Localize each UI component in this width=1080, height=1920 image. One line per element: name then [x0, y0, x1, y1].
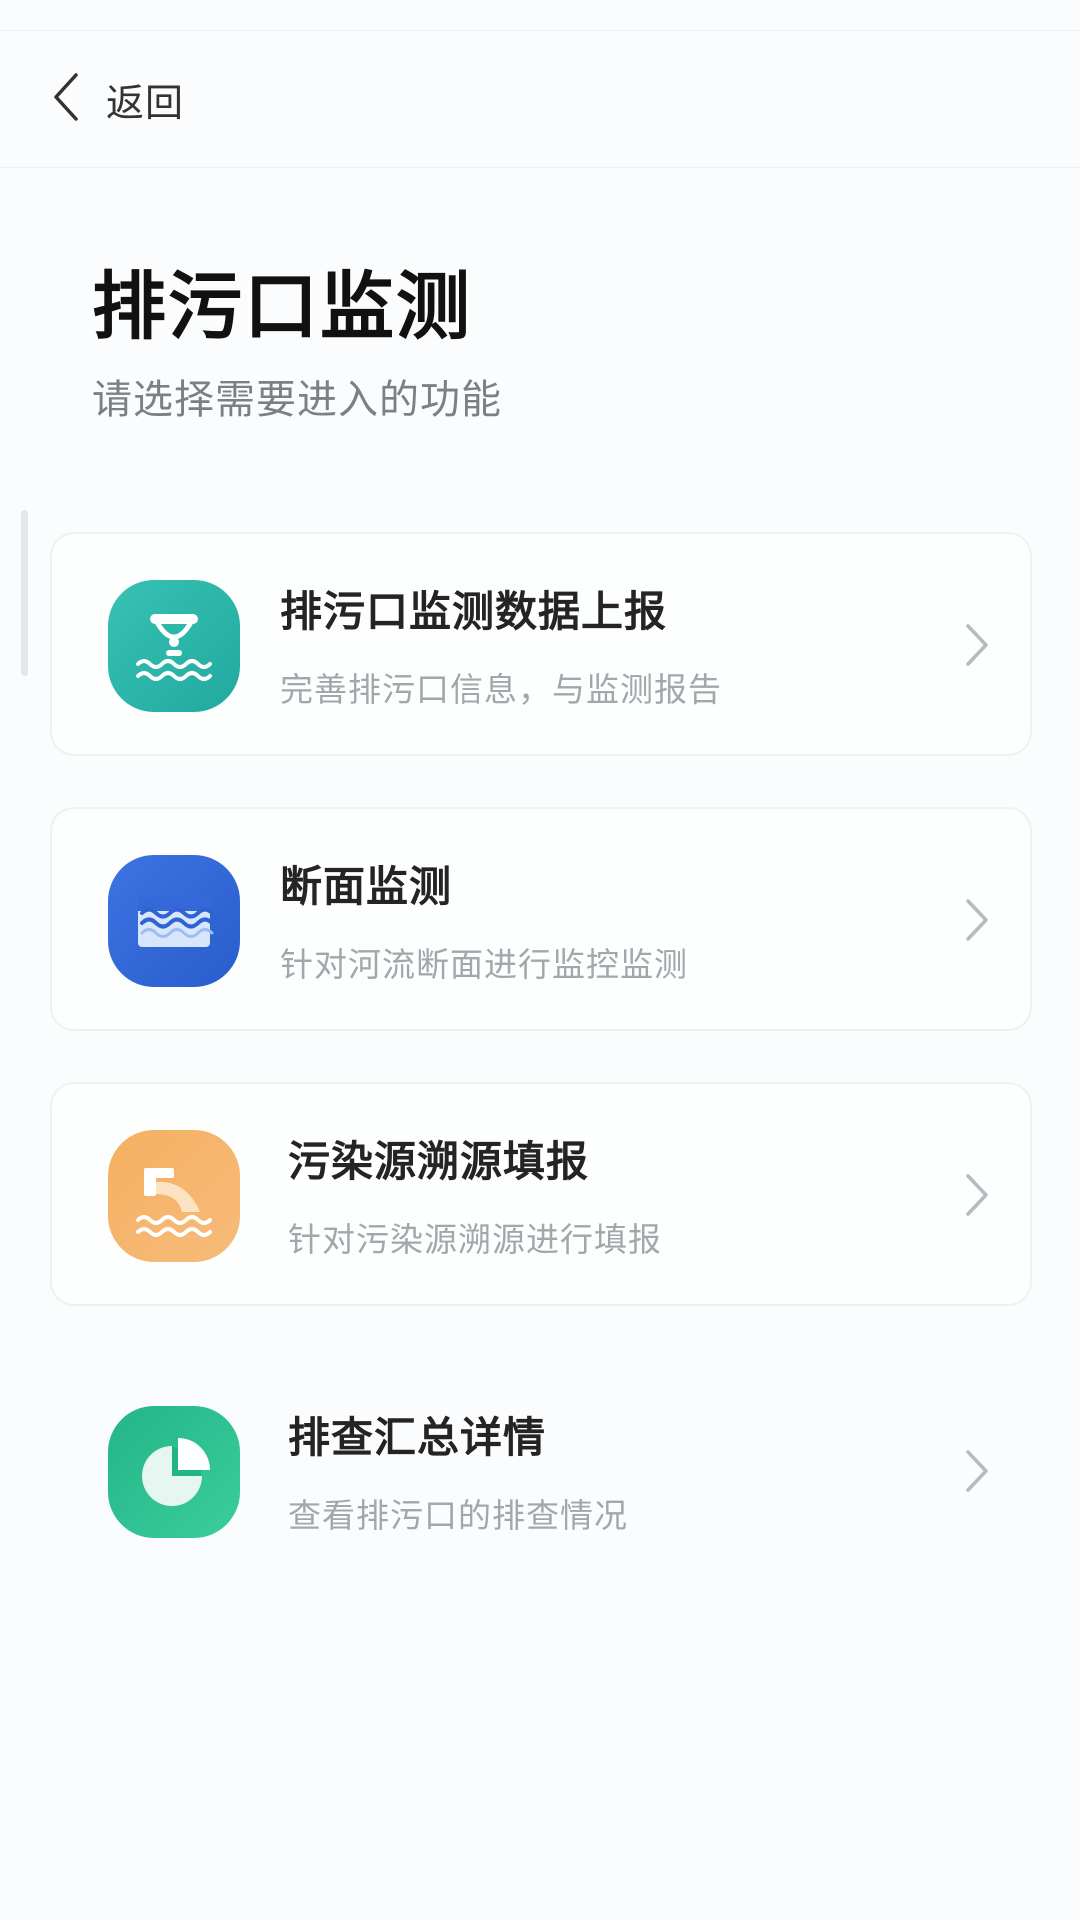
chevron-right-icon: [962, 1448, 992, 1494]
menu-item-section-monitoring[interactable]: 断面监测 针对河流断面进行监控监测: [50, 807, 1032, 1031]
scroll-indicator[interactable]: [21, 510, 28, 676]
pipe-discharge-icon: [108, 1130, 240, 1262]
page-title: 排污口监测: [92, 264, 472, 350]
chevron-right-icon: [962, 897, 992, 943]
menu-item-description: 完善排污口信息，与监测报告: [280, 670, 722, 709]
chevron-right-icon: [962, 1172, 992, 1218]
river-section-icon: [108, 855, 240, 987]
back-label: 返回: [106, 80, 185, 125]
chevron-left-icon: [48, 69, 88, 129]
menu-item-pollution-tracing[interactable]: 污染源溯源填报 针对污染源溯源进行填报: [50, 1082, 1032, 1306]
menu-item-outfall-report[interactable]: 排污口监测数据上报 完善排污口信息，与监测报告: [50, 532, 1032, 756]
back-button[interactable]: 返回: [48, 67, 184, 131]
page-subtitle: 请选择需要进入的功能: [92, 377, 502, 423]
menu-item-description: 针对河流断面进行监控监测: [280, 945, 688, 984]
menu-item-title: 排查汇总详情: [288, 1413, 547, 1462]
menu-item-title: 断面监测: [280, 862, 453, 911]
menu-item-description: 针对污染源溯源进行填报: [288, 1220, 662, 1259]
menu-item-title: 排污口监测数据上报: [280, 587, 668, 636]
outfall-water-icon: [108, 580, 240, 712]
menu-item-title: 污染源溯源填报: [288, 1137, 590, 1186]
status-bar: [0, 0, 1080, 31]
pie-chart-icon: [108, 1406, 240, 1538]
menu-item-description: 查看排污口的排查情况: [288, 1496, 628, 1535]
navigation-bar: 返回: [0, 31, 1080, 168]
menu-item-inspection-summary[interactable]: 排查汇总详情 查看排污口的排查情况: [50, 1358, 1032, 1582]
chevron-right-icon: [962, 622, 992, 668]
